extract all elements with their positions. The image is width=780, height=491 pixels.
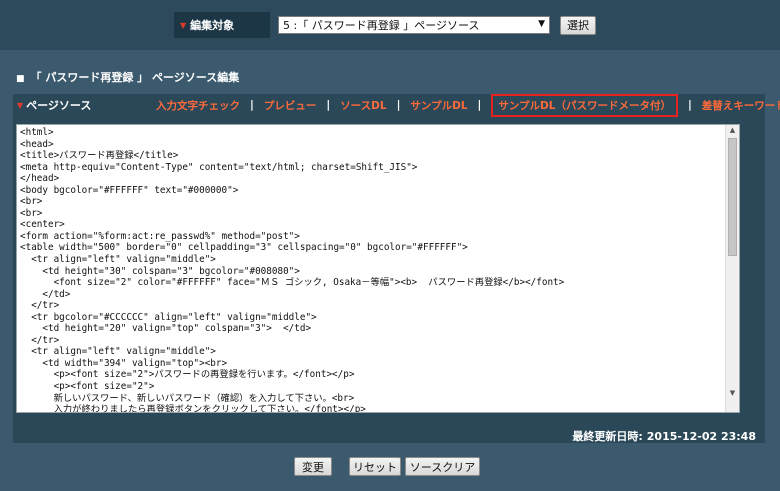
link-char-check[interactable]: 入力文字チェック [156, 98, 240, 113]
link-separator: | [477, 99, 482, 111]
target-select[interactable]: 5 :「 パスワード再登録 」ページソース ▼ [278, 16, 550, 34]
link-separator: | [687, 99, 692, 111]
select-button[interactable]: 選択 [560, 15, 596, 35]
link-sample-download-meter[interactable]: サンプルDL（パスワードメータ付） [491, 93, 678, 117]
source-clear-button[interactable]: ソースクリア [405, 457, 480, 476]
source-editor[interactable]: <html> <head> <title>パスワード再登録</title> <m… [16, 124, 740, 413]
last-updated-value: 2015-12-02 23:48 [646, 430, 756, 443]
scroll-down-arrow-icon[interactable]: ▼ [726, 389, 739, 400]
panel-title: ▼ ページソース [17, 97, 91, 113]
link-preview[interactable]: プレビュー [264, 98, 317, 113]
top-bar: ▼ 編集対象 5 :「 パスワード再登録 」ページソース ▼ 選択 [0, 0, 780, 50]
target-selected-value: 5 :「 パスワード再登録 」ページソース [283, 19, 480, 32]
link-sample-download[interactable]: サンプルDL [410, 98, 467, 113]
scroll-up-arrow-icon[interactable]: ▲ [726, 126, 739, 137]
link-source-download[interactable]: ソースDL [340, 98, 386, 113]
last-updated: 最終更新日時: 2015-12-02 23:48 [572, 428, 756, 444]
square-bullet-icon: ■ [16, 74, 25, 84]
change-button[interactable]: 変更 [294, 457, 332, 476]
last-updated-label: 最終更新日時: [572, 430, 643, 443]
section-title: ■ 「 パスワード再登録 」 ページソース編集 [16, 69, 239, 85]
triangle-bullet-icon: ▼ [180, 20, 187, 30]
panel-title-text: ページソース [26, 99, 92, 112]
link-separator: | [326, 99, 331, 111]
editor-scrollbar[interactable]: ▲ ▼ [725, 125, 739, 412]
panel-header: ▼ ページソース 入力文字チェック | プレビュー | ソースDL | サンプル… [13, 93, 780, 117]
link-separator: | [396, 99, 401, 111]
triangle-bullet-icon: ▼ [17, 100, 24, 110]
target-label-box: ▼ 編集対象 [174, 12, 270, 38]
source-code[interactable]: <html> <head> <title>パスワード再登録</title> <m… [20, 127, 723, 412]
scroll-thumb[interactable] [728, 138, 737, 256]
dropdown-arrow-icon: ▼ [538, 19, 545, 29]
reset-button[interactable]: リセット [349, 457, 401, 476]
section-title-text: 「 パスワード再登録 」 ページソース編集 [30, 71, 240, 84]
panel-links: 入力文字チェック | プレビュー | ソースDL | サンプルDL | サンプル… [156, 93, 780, 117]
link-separator: | [250, 99, 254, 111]
action-buttons: 変更 リセット ソースクリア [0, 457, 780, 477]
target-label: 編集対象 [190, 19, 235, 32]
source-panel: ▼ ページソース 入力文字チェック | プレビュー | ソースDL | サンプル… [13, 93, 780, 443]
target-selector-row: ▼ 編集対象 5 :「 パスワード再登録 」ページソース ▼ 選択 [174, 12, 604, 38]
link-replace-keywords[interactable]: 差替えキーワード表示 [702, 98, 780, 113]
